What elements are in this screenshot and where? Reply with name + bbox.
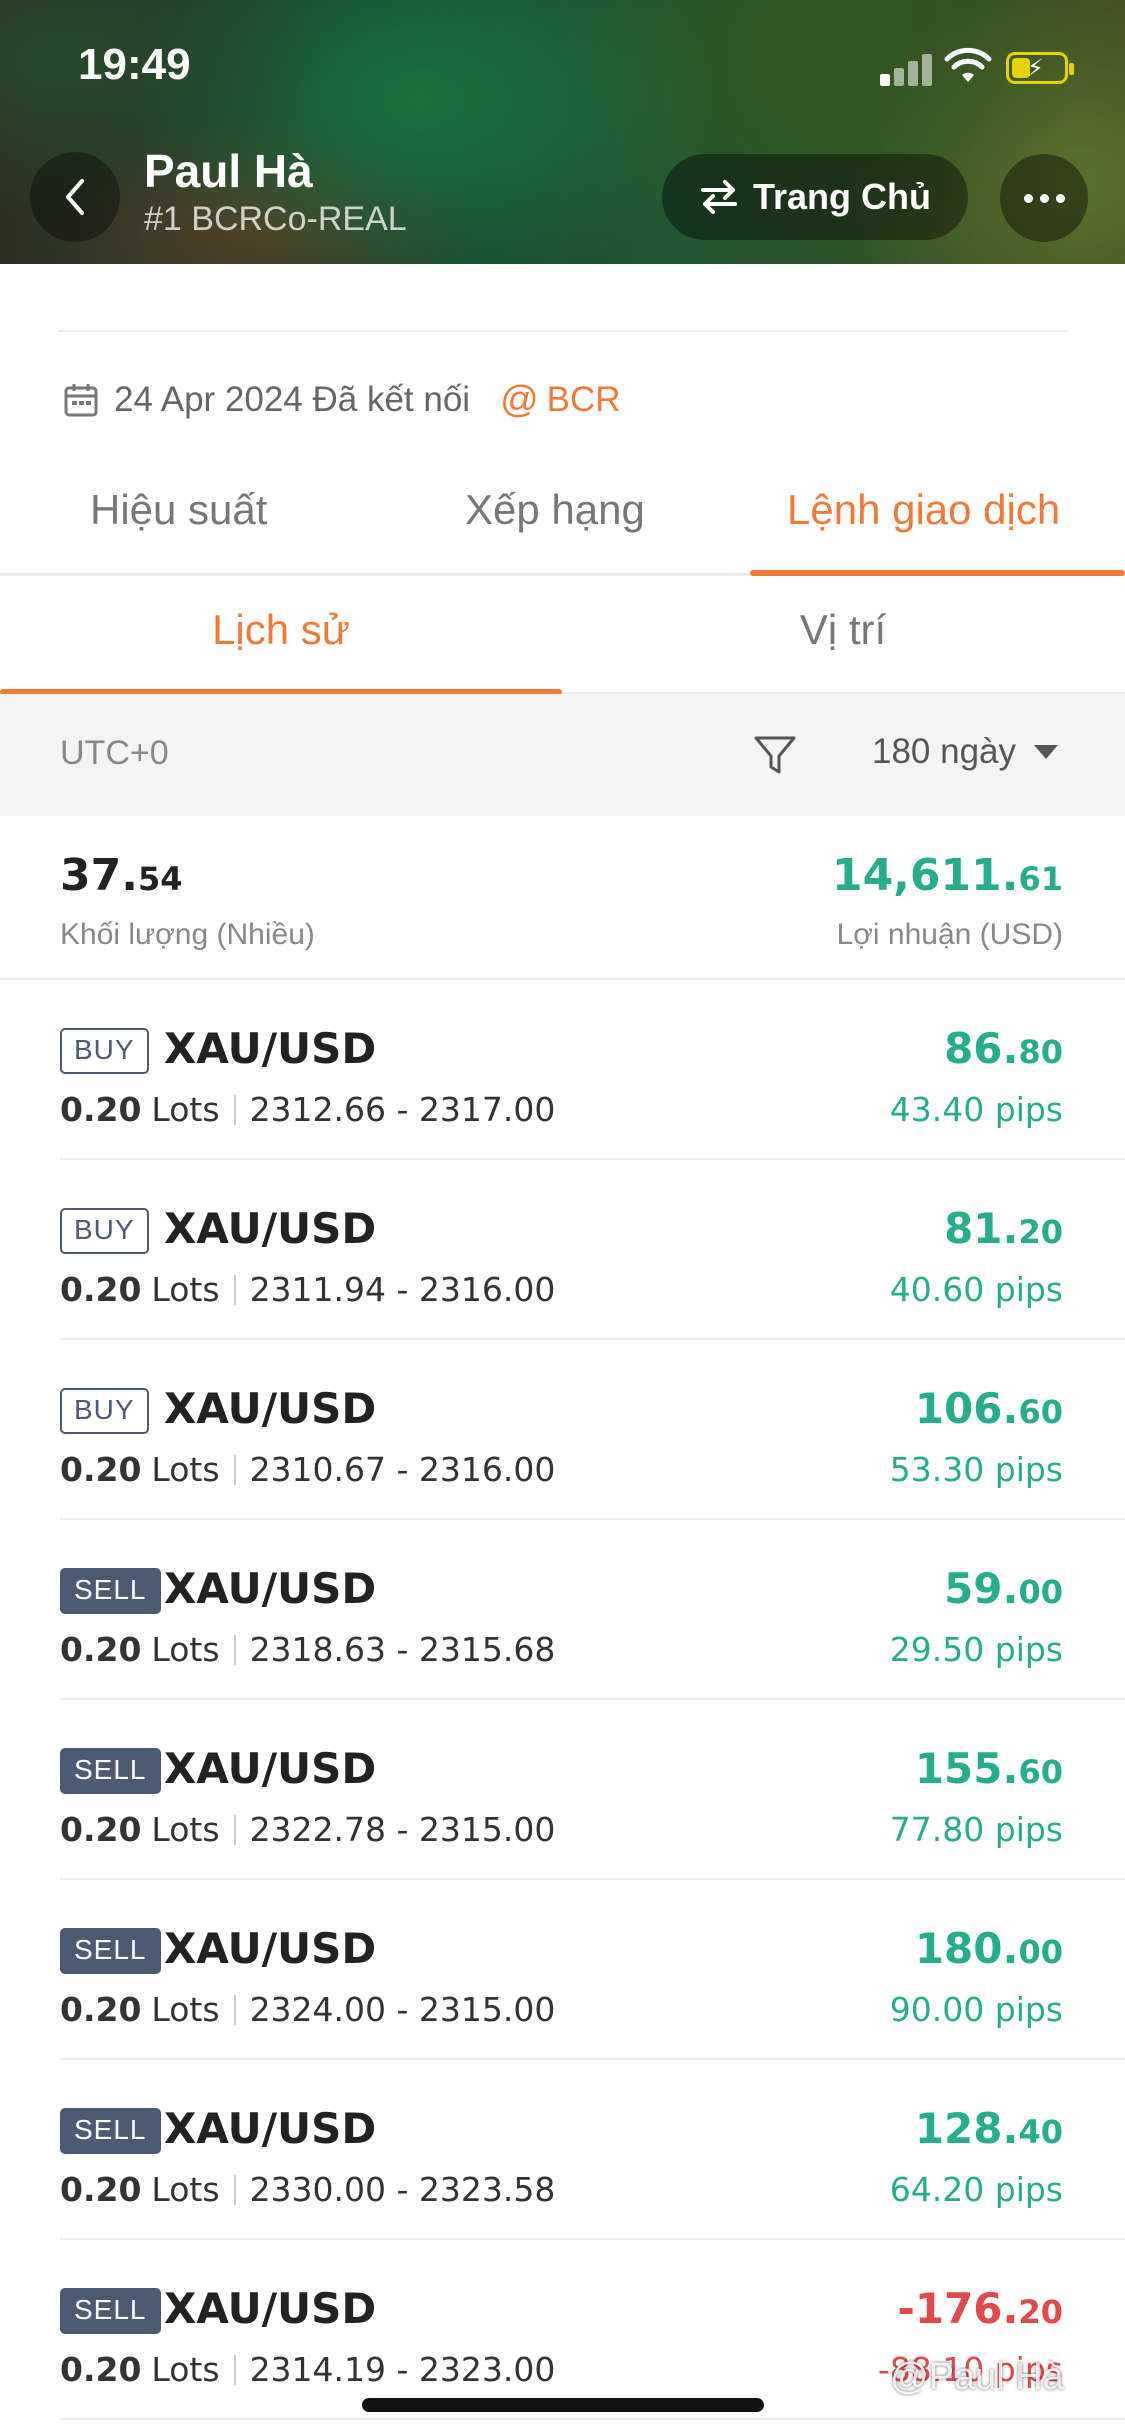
profit-label: Lợi nhuận (USD) bbox=[836, 918, 1063, 951]
volume-label: Khối lượng (Nhiều) bbox=[60, 918, 315, 951]
profile-account: #1 BCRCo-REAL bbox=[144, 200, 407, 238]
status-bar: 19:49 ⚡ bbox=[0, 0, 1125, 130]
broker-link[interactable]: @ BCR bbox=[500, 379, 620, 422]
filter-bar: UTC+0 180 ngày bbox=[0, 694, 1125, 816]
trade-symbol: XAU/USD bbox=[164, 1924, 377, 1973]
caret-down-icon bbox=[1034, 745, 1059, 759]
side-badge: BUY bbox=[60, 1208, 149, 1254]
trade-row[interactable]: BUY XAU/USD 0.20 Lots 2312.66 - 2317.00 86… bbox=[0, 980, 1125, 1160]
trade-profit: 106.60 bbox=[914, 1384, 1063, 1433]
trade-prices: 2312.66 - 2317.00 bbox=[249, 1090, 556, 1129]
trade-row[interactable]: BUY XAU/USD 0.20 Lots 2310.67 - 2316.00 10… bbox=[0, 1340, 1125, 1520]
chevron-left-icon bbox=[66, 179, 84, 215]
period-dropdown[interactable]: 180 ngày bbox=[872, 732, 1059, 772]
trade-row[interactable]: SELL XAU/USD 0.20 Lots 2324.00 - 2315.00 1… bbox=[0, 1880, 1125, 2060]
swap-arrows-icon bbox=[701, 180, 737, 214]
period-value: 180 ngày bbox=[872, 732, 1017, 771]
trade-symbol: XAU/USD bbox=[164, 1204, 377, 1253]
trade-details: 0.20 Lots 2311.94 - 2316.00 bbox=[60, 1270, 556, 1309]
trade-profit: 81.20 bbox=[944, 1204, 1063, 1253]
tab-ranking[interactable]: Xếp hạng bbox=[465, 486, 645, 534]
trade-pips: 40.60 pips bbox=[889, 1270, 1063, 1309]
home-indicator bbox=[362, 2398, 764, 2412]
trade-symbol: XAU/USD bbox=[164, 2284, 377, 2333]
trade-details: 0.20 Lots 2318.63 - 2315.68 bbox=[60, 1630, 556, 1669]
trade-profit: -176.20 bbox=[897, 2284, 1063, 2333]
trade-symbol: XAU/USD bbox=[164, 1564, 377, 1613]
battery-icon: ⚡ bbox=[1006, 52, 1074, 84]
status-time: 19:49 bbox=[78, 40, 191, 89]
trade-profit: 128.40 bbox=[914, 2104, 1063, 2153]
side-badge: SELL bbox=[60, 1568, 161, 1614]
connection-info: 24 Apr 2024 Đã kết nối @ BCR bbox=[62, 372, 621, 428]
trade-profit: 59.00 bbox=[944, 1564, 1063, 1613]
divider bbox=[58, 330, 1068, 332]
trade-pips: 53.30 pips bbox=[889, 1450, 1063, 1489]
total-volume: 37.54 bbox=[60, 850, 183, 901]
trade-prices: 2324.00 - 2315.00 bbox=[249, 1990, 556, 2029]
trade-symbol: XAU/USD bbox=[164, 1384, 377, 1433]
more-dots-icon bbox=[1023, 193, 1033, 203]
sub-tabs: Lịch sử Vị trí bbox=[0, 576, 1125, 695]
timezone-label: UTC+0 bbox=[60, 734, 169, 772]
trade-details: 0.20 Lots 2330.00 - 2323.58 bbox=[60, 2170, 556, 2209]
trade-row[interactable]: BUY XAU/USD 0.20 Lots 2311.94 - 2316.00 81… bbox=[0, 1160, 1125, 1340]
switch-home-button[interactable]: Trang Chủ bbox=[662, 154, 968, 240]
trade-profit: 86.80 bbox=[944, 1024, 1063, 1073]
trade-details: 0.20 Lots 2324.00 - 2315.00 bbox=[60, 1990, 556, 2029]
filter-icon[interactable] bbox=[752, 732, 798, 778]
trade-symbol: XAU/USD bbox=[164, 2104, 377, 2153]
at-icon: @ bbox=[500, 378, 539, 421]
side-badge: BUY bbox=[60, 1028, 149, 1074]
trade-prices: 2311.94 - 2316.00 bbox=[249, 1270, 556, 1309]
more-options-button[interactable] bbox=[1000, 154, 1088, 242]
tab-history[interactable]: Lịch sử bbox=[0, 606, 562, 654]
cellular-signal-icon bbox=[880, 52, 934, 86]
main-tabs: Hiệu suất Xếp hạng Lệnh giao dịch bbox=[0, 470, 1125, 576]
trade-details: 0.20 Lots 2312.66 - 2317.00 bbox=[60, 1090, 556, 1129]
trade-profit: 155.60 bbox=[914, 1744, 1063, 1793]
home-button-label: Trang Chủ bbox=[753, 176, 931, 217]
connected-date: 24 Apr 2024 Đã kết nối bbox=[114, 380, 471, 419]
trade-prices: 2330.00 - 2323.58 bbox=[249, 2170, 556, 2209]
trade-pips: 77.80 pips bbox=[889, 1810, 1063, 1849]
calendar-icon bbox=[64, 384, 98, 417]
broker-name: BCR bbox=[546, 380, 621, 419]
summary: 37.54 Khối lượng (Nhiều) 14,611.61 Lợi n… bbox=[0, 816, 1125, 980]
trade-prices: 2322.78 - 2315.00 bbox=[249, 1810, 556, 1849]
side-badge: SELL bbox=[60, 2288, 161, 2334]
trade-list: BUY XAU/USD 0.20 Lots 2312.66 - 2317.00 86… bbox=[0, 980, 1125, 2420]
trade-details: 0.20 Lots 2322.78 - 2315.00 bbox=[60, 1810, 556, 1849]
tab-performance[interactable]: Hiệu suất bbox=[90, 486, 267, 534]
trade-prices: 2314.19 - 2323.00 bbox=[249, 2350, 556, 2389]
trade-details: 0.20 Lots 2310.67 - 2316.00 bbox=[60, 1450, 556, 1489]
wifi-icon bbox=[944, 47, 992, 82]
side-badge: SELL bbox=[60, 1748, 161, 1794]
side-badge: SELL bbox=[60, 2108, 161, 2154]
trade-profit: 180.00 bbox=[914, 1924, 1063, 1973]
trade-row[interactable]: SELL XAU/USD 0.20 Lots 2330.00 - 2323.58 1… bbox=[0, 2060, 1125, 2240]
trade-details: 0.20 Lots 2314.19 - 2323.00 bbox=[60, 2350, 556, 2389]
tab-positions[interactable]: Vị trí bbox=[562, 606, 1124, 654]
trade-row[interactable]: SELL XAU/USD 0.20 Lots 2318.63 - 2315.68 5… bbox=[0, 1520, 1125, 1700]
trade-pips: 90.00 pips bbox=[889, 1990, 1063, 2029]
watermark: @Paul Hà bbox=[890, 2356, 1064, 2398]
profile-name: Paul Hà bbox=[144, 145, 313, 197]
trade-prices: 2310.67 - 2316.00 bbox=[249, 1450, 556, 1489]
trade-pips: 43.40 pips bbox=[889, 1090, 1063, 1129]
total-profit: 14,611.61 bbox=[831, 850, 1063, 901]
back-button[interactable] bbox=[30, 152, 120, 242]
trade-pips: 29.50 pips bbox=[889, 1630, 1063, 1669]
trade-pips: 64.20 pips bbox=[889, 2170, 1063, 2209]
trade-prices: 2318.63 - 2315.68 bbox=[249, 1630, 556, 1669]
trade-symbol: XAU/USD bbox=[164, 1744, 377, 1793]
trade-symbol: XAU/USD bbox=[164, 1024, 377, 1073]
side-badge: SELL bbox=[60, 1928, 161, 1974]
side-badge: BUY bbox=[60, 1388, 149, 1434]
trade-row[interactable]: SELL XAU/USD 0.20 Lots 2322.78 - 2315.00 1… bbox=[0, 1700, 1125, 1880]
tab-orders[interactable]: Lệnh giao dịch bbox=[787, 486, 1060, 534]
